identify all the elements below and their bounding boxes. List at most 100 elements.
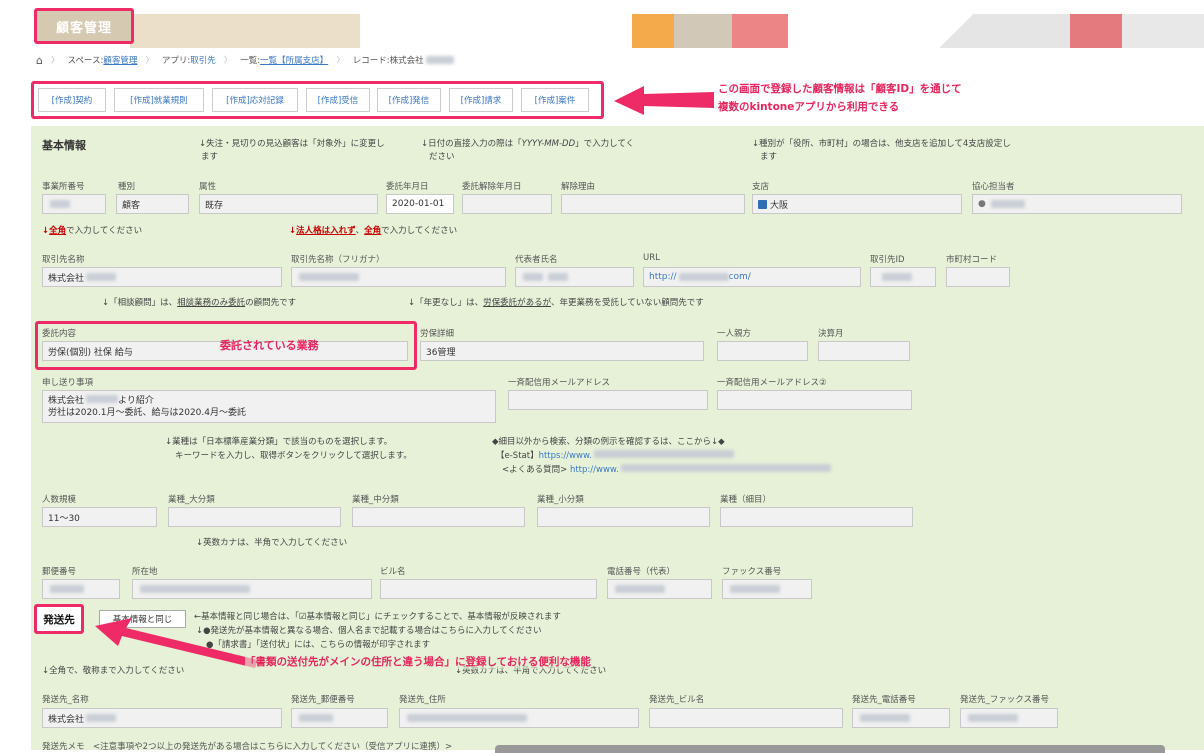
label-cancel-reason: 解除理由	[561, 182, 596, 192]
fax-field[interactable]	[722, 579, 812, 599]
phone-field[interactable]	[607, 579, 712, 599]
client-id-field[interactable]	[870, 267, 936, 287]
label-contract-date: 委託年月日	[386, 182, 429, 192]
ship-memo-field[interactable]	[495, 745, 1165, 753]
ship-phone-field[interactable]	[852, 708, 950, 728]
label-handover: 申し送り事項	[42, 378, 94, 388]
label-sole-proprietor: 一人親方	[717, 329, 752, 339]
cancel-date-field[interactable]	[462, 194, 552, 214]
client-kana-field[interactable]	[291, 267, 506, 287]
label-address: 所在地	[132, 567, 158, 577]
ship-fax-field[interactable]	[960, 708, 1058, 728]
header-bar: 顧客管理	[0, 0, 1204, 48]
industry-large-field[interactable]	[168, 507, 341, 527]
header-stripe-rose	[1070, 14, 1122, 48]
breadcrumb-list-prefix: 一覧:	[240, 56, 261, 66]
city-code-field[interactable]	[946, 267, 1010, 287]
ship-postal-field[interactable]	[291, 708, 388, 728]
annotation-consignment: 委託されている業務	[220, 339, 319, 352]
annotation-arrow-bottom	[95, 618, 258, 668]
home-icon[interactable]: ⌂	[36, 54, 43, 67]
label-ship-fax: 発送先_ファックス番号	[960, 695, 1049, 705]
address-field[interactable]	[132, 579, 372, 599]
label-city-code: 市町村コード	[946, 255, 998, 265]
note-faq: <よくある質問> http://www.	[502, 464, 831, 477]
note-industry-1: ↓業種は「日本標準産業分類」で該当のものを選択します。	[165, 437, 393, 447]
breadcrumb-space[interactable]: 顧客管理	[103, 54, 137, 66]
toolbar-button-receive[interactable]: [作成]受信	[306, 88, 370, 112]
header-stripe-gray	[674, 14, 732, 48]
label-branch: 支店	[752, 182, 770, 192]
mail1-field[interactable]	[508, 390, 708, 410]
toolbar-button-billing[interactable]: [作成]請求	[449, 88, 513, 112]
organization-icon	[758, 199, 767, 209]
ship-building-field[interactable]	[649, 708, 843, 728]
office-number-field[interactable]	[42, 194, 106, 214]
label-client-kana: 取引先名称（フリガナ）	[291, 255, 385, 265]
postal-field[interactable]	[42, 579, 120, 599]
note-lost-customer: ↓失注・見切りの見込顧客は「対象外」に変更し ます	[199, 139, 385, 162]
label-labor-detail: 労保詳細	[420, 329, 455, 339]
label-industry-mid: 業種_中分類	[352, 495, 399, 505]
breadcrumb-list[interactable]: 一覧【所属支店】	[260, 54, 328, 66]
label-mail1: 一斉配信用メールアドレス	[508, 378, 611, 388]
mail2-field[interactable]	[717, 390, 912, 410]
industry-detail-field[interactable]	[720, 507, 913, 527]
ship-name-field[interactable]: 株式会社	[42, 708, 282, 728]
note-halfwidth: ↓英数カナは、半角で入力してください	[196, 538, 348, 548]
label-ship-phone: 発送先_電話番号	[852, 695, 916, 705]
industry-mid-field[interactable]	[352, 507, 525, 527]
note-zenkaku-1: ↓全角で入力してください	[42, 226, 143, 236]
staff-field[interactable]: ●	[972, 194, 1182, 214]
label-client-id: 取引先ID	[870, 255, 905, 265]
label-postal: 郵便番号	[42, 567, 77, 577]
contract-date-field[interactable]: 2020-01-01	[386, 194, 454, 214]
breadcrumb: ⌂ 〉 スペース: 顧客管理 〉 アプリ: 取引先 〉 一覧: 一覧【所属支店】…	[0, 50, 1204, 70]
note-consulting: ↓「相談顧問」は、相談業務のみ委託の顧問先です	[102, 298, 297, 308]
building-field[interactable]	[380, 579, 597, 599]
label-client-name: 取引先名称	[42, 255, 85, 265]
header-stripe-beige	[130, 14, 360, 48]
industry-small-field[interactable]	[537, 507, 710, 527]
branch-field[interactable]: 大阪	[752, 194, 962, 214]
basic-info-title: 基本情報	[42, 139, 86, 152]
faq-link[interactable]: http://www.	[570, 465, 619, 475]
label-ship-building: 発送先_ビル名	[649, 695, 705, 705]
note-estat-1: ◆細目以外から検索、分類の例示を確認するは、ここから↓◆	[492, 437, 725, 447]
label-mail2: 一斉配信用メールアドレス②	[717, 378, 827, 388]
breadcrumb-app-prefix: アプリ:	[161, 56, 191, 66]
label-industry-detail: 業種（細目）	[720, 495, 772, 505]
label-kind: 種別	[118, 182, 136, 192]
annotation-top-line1: この画面で登録した顧客情報は「顧客ID」を通じて	[718, 83, 962, 95]
note-zenkaku-2: ↓法人格は入れず、全角で入力してください	[289, 226, 458, 236]
toolbar-button-project[interactable]: [作成]案件	[521, 88, 589, 112]
annotation-top-line2: 複数のkintoneアプリから利用できる	[718, 101, 900, 113]
label-url: URL	[643, 253, 660, 263]
toolbar-button-send[interactable]: [作成]発信	[377, 88, 441, 112]
note-date-format: ↓日付の直接入力の際は「YYYY-MM-DD」で入力してく ださい	[421, 139, 635, 162]
label-phone: 電話番号（代表）	[607, 567, 676, 577]
estat-link[interactable]: https://www.	[539, 451, 592, 461]
sole-proprietor-field[interactable]	[717, 341, 808, 361]
breadcrumb-record-prefix: レコード:	[352, 56, 390, 66]
handover-field[interactable]: 株式会社 より紹介 労社は2020.1月～委託、給与は2020.4月～委託	[42, 390, 496, 423]
breadcrumb-space-prefix: スペース:	[67, 56, 104, 66]
toolbar-button-response[interactable]: [作成]応対記録	[212, 88, 298, 112]
client-name-field[interactable]: 株式会社	[42, 267, 282, 287]
header-stripe-light	[1122, 14, 1204, 48]
fiscal-month-field[interactable]	[818, 341, 910, 361]
note-branch-type: ↓種別が「役所、市町村」の場合は、他支店を追加して4支店設定し ます	[752, 139, 1011, 162]
representative-field[interactable]	[515, 267, 634, 287]
kind-field[interactable]: 顧客	[116, 194, 189, 214]
label-building: ビル名	[380, 567, 406, 577]
toolbar-button-contract[interactable]: [作成]契約	[38, 88, 106, 112]
url-field[interactable]: http://com/	[643, 267, 861, 287]
cancel-reason-field[interactable]	[561, 194, 745, 214]
toolbar-button-rules[interactable]: [作成]就業規則	[114, 88, 204, 112]
ship-address-field[interactable]	[399, 708, 639, 728]
attribute-field[interactable]: 既存	[199, 194, 378, 214]
label-cancel-date: 委託解除年月日	[462, 182, 522, 192]
labor-detail-field[interactable]: 36管理	[420, 341, 704, 361]
breadcrumb-app[interactable]: 取引先	[190, 54, 216, 66]
headcount-field[interactable]: 11～30	[42, 507, 157, 527]
